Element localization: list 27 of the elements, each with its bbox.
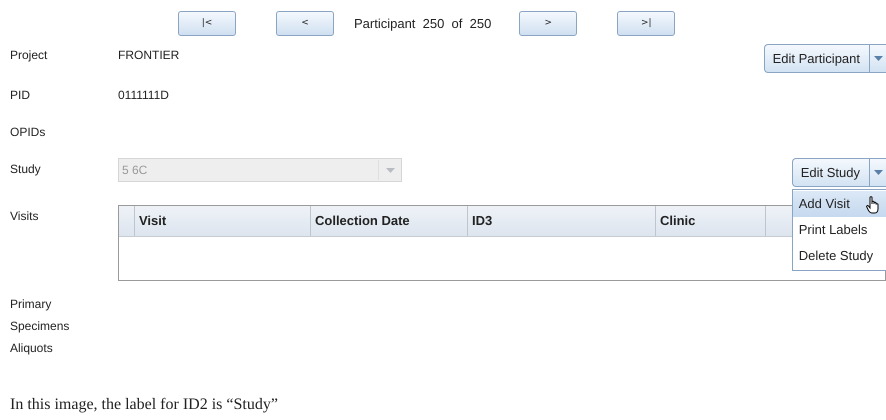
menu-item[interactable]: Print Labels <box>792 217 886 243</box>
nav-button[interactable]: < <box>276 10 334 36</box>
hand-cursor-icon <box>866 196 880 214</box>
column-header[interactable]: ID3 <box>468 206 656 236</box>
caret-icon <box>874 170 882 175</box>
field-label: Visits <box>10 208 40 225</box>
nav-button[interactable]: |< <box>178 10 236 36</box>
caret-icon <box>874 56 882 61</box>
field-label: OPIDs <box>10 124 46 141</box>
field-value: 0111111D <box>118 87 169 104</box>
caret-icon <box>386 168 394 172</box>
field-value: FRONTIER <box>118 47 180 64</box>
field-label: Study <box>10 161 42 178</box>
column-header[interactable]: Visit <box>135 206 311 236</box>
caption-text: In this image, the label for ID2 is “Study” <box>9 396 278 414</box>
nav-button[interactable]: > <box>519 10 578 36</box>
menu-item[interactable]: Delete Study <box>792 243 886 269</box>
column-header[interactable]: Collection Date <box>311 206 468 236</box>
column-header[interactable]: Clinic <box>656 206 766 236</box>
menu-item[interactable]: Add Visit <box>792 191 886 217</box>
split-button[interactable]: Edit Participant <box>764 44 886 73</box>
field-label: Aliquots <box>10 340 54 357</box>
nav-button[interactable]: >| <box>617 10 676 36</box>
field-label: Primary Specimens <box>10 296 70 335</box>
field-label: Project <box>10 47 48 64</box>
participant-counter: Participant 250 of 250 <box>354 16 492 30</box>
field-label: PID <box>10 87 32 104</box>
